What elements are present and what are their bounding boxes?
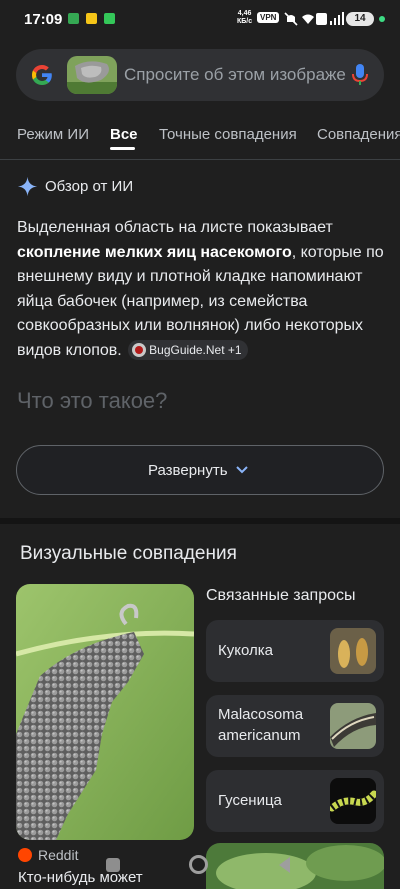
- bugguide-logo-icon: [132, 343, 147, 358]
- tab-all[interactable]: Все: [110, 126, 138, 143]
- vpn-badge: VPN: [257, 12, 280, 23]
- section-separator: [0, 518, 400, 524]
- related-item-pupa[interactable]: Куколка: [206, 620, 384, 682]
- phone-notification-icon: [104, 13, 115, 24]
- microphone-icon[interactable]: [350, 63, 370, 87]
- expand-button[interactable]: Развернуть: [16, 445, 384, 495]
- reddit-icon: [18, 848, 32, 862]
- related-item-malacosoma[interactable]: Malacosoma americanum: [206, 695, 384, 757]
- related-item-image: [330, 703, 376, 749]
- related-item-label: Malacosoma americanum: [218, 706, 304, 744]
- active-tab-indicator: [110, 147, 135, 150]
- mute-icon: [284, 12, 298, 26]
- tab-ai-mode[interactable]: Режим ИИ: [17, 126, 89, 143]
- note-notification-icon: [86, 13, 97, 24]
- shield-notification-icon: [68, 13, 79, 24]
- match-source[interactable]: Reddit: [38, 847, 78, 863]
- search-bar[interactable]: [16, 49, 384, 101]
- volte-signal-icon: [316, 12, 344, 25]
- tab-exact-matches[interactable]: Точные совпадения: [159, 126, 297, 143]
- visual-match-image[interactable]: [16, 584, 194, 840]
- status-bar: 17:09 4,46 КБ/с VPN 14: [0, 0, 400, 38]
- ai-sparkle-icon: [17, 176, 38, 197]
- ai-overview-title: Обзор от ИИ: [45, 178, 134, 195]
- wifi-icon: [302, 14, 314, 24]
- google-logo-icon[interactable]: [30, 63, 54, 87]
- tabs-divider: [0, 159, 400, 160]
- recent-apps-button[interactable]: [106, 858, 120, 872]
- privacy-dot: [379, 16, 385, 22]
- chevron-down-icon: [236, 466, 248, 474]
- home-button[interactable]: [189, 855, 208, 874]
- source-chip[interactable]: BugGuide.Net +1: [128, 340, 248, 361]
- result-tabs: Режим ИИ Все Точные совпадения Совпадени…: [0, 116, 400, 160]
- ai-overview-text: Выделенная область на листе показывает с…: [17, 219, 384, 361]
- back-button[interactable]: [276, 855, 292, 875]
- status-time: 17:09: [24, 11, 63, 28]
- visual-match-image-2[interactable]: [206, 843, 384, 889]
- ai-overview-bold: скопление мелких яиц насекомого: [17, 243, 292, 261]
- query-image-thumbnail[interactable]: [67, 56, 117, 94]
- related-searches-title: Связанные запросы: [206, 587, 356, 604]
- visual-matches-title: Визуальные совпадения: [20, 543, 237, 564]
- related-item-image: [330, 778, 376, 824]
- related-item-label: Куколка: [218, 642, 273, 659]
- match-caption[interactable]: Кто-нибудь может: [18, 869, 143, 886]
- expand-label: Развернуть: [148, 462, 228, 479]
- search-input[interactable]: [124, 65, 346, 85]
- tab-matches[interactable]: Совпадения: [317, 126, 400, 143]
- battery-indicator: 14: [346, 12, 374, 26]
- related-item-caterpillar[interactable]: Гусеница: [206, 770, 384, 832]
- related-item-image: [330, 628, 376, 674]
- network-speed: 4,46 КБ/с: [237, 10, 253, 25]
- faded-question: Что это такое?: [17, 388, 168, 413]
- related-item-label: Гусеница: [218, 792, 282, 809]
